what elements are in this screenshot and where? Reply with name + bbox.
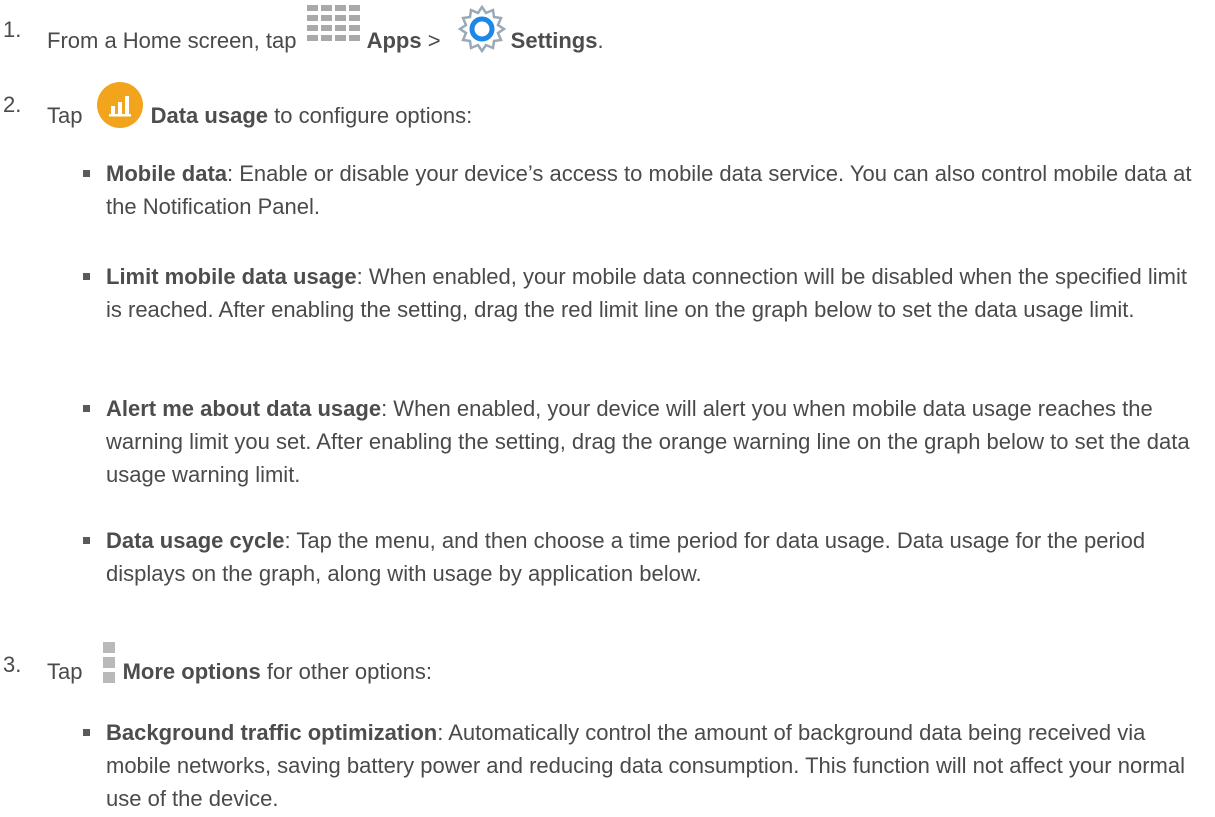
step-suffix: to configure options:: [274, 102, 473, 128]
bullet-text: Mobile data: Enable or disable your devi…: [106, 157, 1196, 223]
bullet-text: Limit mobile data usage: When enabled, y…: [106, 260, 1196, 326]
step-text: From a Home screen, tap Apps > Settings.: [47, 4, 604, 67]
bullet-marker: [83, 405, 90, 412]
step-suffix: for other options:: [266, 658, 432, 684]
data-usage-icon: [95, 80, 145, 130]
settings-icon: [457, 3, 507, 54]
step-text: Tap Data usage to configure options:: [47, 82, 473, 142]
bullet-term: Mobile data: [106, 161, 228, 186]
bullet-text: Alert me about data usage: When enabled,…: [106, 392, 1196, 491]
step-number: 3.: [3, 652, 22, 677]
bullet-term: Data usage cycle: [106, 528, 285, 553]
step-1: 1. From a Home screen, tap Apps > Settin…: [0, 4, 1215, 57]
step-prefix: Tap: [47, 102, 83, 128]
step-2: 2. Tap Data usage to configure options:: [0, 82, 1215, 132]
separator: >: [427, 27, 441, 53]
bullet-desc: : Enable or disable your device’s access…: [106, 161, 1192, 219]
bullet-text: Data usage cycle: Tap the menu, and then…: [106, 524, 1196, 590]
step-3: 3. Tap More options for other options:: [0, 642, 1215, 694]
step-prefix: Tap: [47, 658, 83, 684]
bullet-term: Limit mobile data usage: [106, 264, 357, 289]
step-suffix: .: [597, 27, 604, 53]
data-usage-label: Data usage: [150, 102, 268, 128]
bullet-marker: [83, 537, 90, 544]
step-number: 2.: [3, 92, 22, 117]
bullet-term: Alert me about data usage: [106, 396, 382, 421]
bullet-text: Background traffic optimization: Automat…: [106, 716, 1196, 815]
bullet-term: Background traffic optimization: [106, 720, 438, 745]
bullet-marker: [83, 170, 90, 177]
bullet-marker: [83, 273, 90, 280]
step-text: Tap More options for other options:: [47, 642, 432, 694]
more-options-icon: [102, 642, 115, 684]
step-number: 1.: [3, 17, 22, 42]
step-prefix: From a Home screen, tap: [47, 27, 297, 53]
bullet-marker: [83, 729, 90, 736]
more-options-label: More options: [122, 658, 261, 684]
settings-label: Settings: [510, 27, 598, 53]
apps-label: Apps: [366, 27, 422, 53]
apps-icon: [306, 5, 365, 51]
